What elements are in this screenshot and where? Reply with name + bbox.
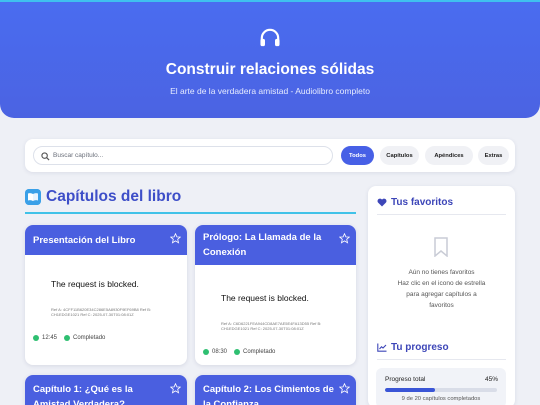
- favorites-empty-line: para agregar capítulos a: [406, 291, 477, 298]
- filter-apendices-button[interactable]: Apéndices: [425, 146, 473, 165]
- favorites-empty-line: favoritos: [429, 302, 454, 309]
- ref-line: CH1EDGE1021 Ref C: 2025-07-30T01:08:01Z: [51, 312, 134, 317]
- chapter-card[interactable]: Capítulo 1: ¿Qué es la Amistad Verdadera…: [25, 375, 187, 405]
- star-icon[interactable]: [170, 233, 181, 244]
- chapter-card-header: Capítulo 1: ¿Qué es la Amistad Verdadera…: [25, 375, 187, 405]
- divider: [377, 214, 506, 215]
- chapter-meta: 12:45 Completado: [33, 335, 105, 341]
- chapter-status: Completado: [243, 349, 276, 355]
- chapter-card[interactable]: Presentación del Libro The request is bl…: [25, 225, 187, 365]
- chapter-card-header: Presentación del Libro: [25, 225, 187, 255]
- heart-icon: [377, 198, 387, 207]
- progress-summary: 9 de 20 capítulos completados: [401, 396, 481, 402]
- chapter-card-header: Capítulo 2: Los Cimientos de la Confianz…: [195, 375, 356, 405]
- progress-bar-fill: [385, 388, 436, 392]
- progress-panel: Progreso total 45% 9 de 20 capítulos com…: [376, 368, 506, 405]
- headphones-icon: [260, 28, 280, 47]
- star-icon[interactable]: [339, 383, 350, 394]
- star-icon[interactable]: [170, 383, 181, 394]
- ref-line: CH1EDGE1021 Ref C: 2025-07-30T01:08:01Z: [221, 326, 304, 331]
- favorites-empty-line: Haz clic en el icono de estrella: [397, 280, 486, 287]
- progress-title: Tu progreso: [391, 342, 449, 353]
- clock-icon: [203, 349, 209, 355]
- check-icon: [64, 335, 71, 341]
- hero-header: Construir relaciones sólidas El arte de …: [0, 0, 540, 118]
- blocked-message: The request is blocked.: [221, 293, 309, 303]
- progress-label: Progreso total: [385, 376, 426, 383]
- bookmark-icon: [434, 237, 448, 257]
- divider: [377, 359, 506, 360]
- chapter-title: Presentación del Libro: [33, 235, 136, 246]
- search-box[interactable]: [33, 146, 333, 165]
- filter-extras-button[interactable]: Extras: [478, 146, 509, 165]
- favorites-title: Tus favoritos: [391, 197, 454, 208]
- search-icon: [41, 152, 50, 161]
- chart-line-icon: [377, 343, 387, 352]
- chapter-duration: 12:45: [42, 335, 58, 341]
- blocked-message: The request is blocked.: [51, 279, 139, 289]
- search-input[interactable]: [53, 149, 328, 162]
- chapter-duration: 08:30: [212, 349, 228, 355]
- filter-todos-button[interactable]: Todos: [341, 146, 374, 165]
- check-icon: [234, 349, 241, 355]
- sidebar: Tus favoritos Aún no tienes favoritos Ha…: [368, 186, 515, 405]
- progress-bar: [385, 388, 497, 392]
- chapter-card[interactable]: Prólogo: La Llamada de la Conexión The r…: [195, 225, 356, 365]
- chapter-meta: 08:30 Completado: [203, 349, 275, 355]
- chapter-status: Completado: [73, 335, 106, 341]
- chapter-title: Capítulo 1: ¿Qué es la Amistad Verdadera…: [33, 384, 133, 405]
- favorites-empty-message: Aún no tienes favoritos Haz clic en el i…: [378, 267, 505, 311]
- page-title: Construir relaciones sólidas: [165, 61, 375, 78]
- book-icon: [25, 189, 41, 205]
- favorites-empty-line: Aún no tienes favoritos: [408, 269, 475, 276]
- page-subtitle: El arte de la verdadera amistad - Audiol…: [170, 86, 370, 96]
- filter-toolbar: Todos Capítulos Apéndices Extras: [25, 139, 515, 172]
- filter-capitulos-button[interactable]: Capítulos: [380, 146, 419, 165]
- chapters-section-header: Capítulos del libro: [25, 188, 356, 214]
- section-title: Capítulos del libro: [46, 188, 182, 205]
- progress-percent: 45%: [484, 376, 498, 383]
- chapter-card[interactable]: Capítulo 2: Los Cimientos de la Confianz…: [195, 375, 356, 405]
- chapter-card-header: Prólogo: La Llamada de la Conexión: [195, 225, 356, 265]
- chapter-title: Prólogo: La Llamada de la Conexión: [203, 232, 322, 258]
- clock-icon: [33, 335, 39, 341]
- chapter-title: Capítulo 2: Los Cimientos de la Confianz…: [203, 384, 334, 405]
- star-icon[interactable]: [339, 233, 350, 244]
